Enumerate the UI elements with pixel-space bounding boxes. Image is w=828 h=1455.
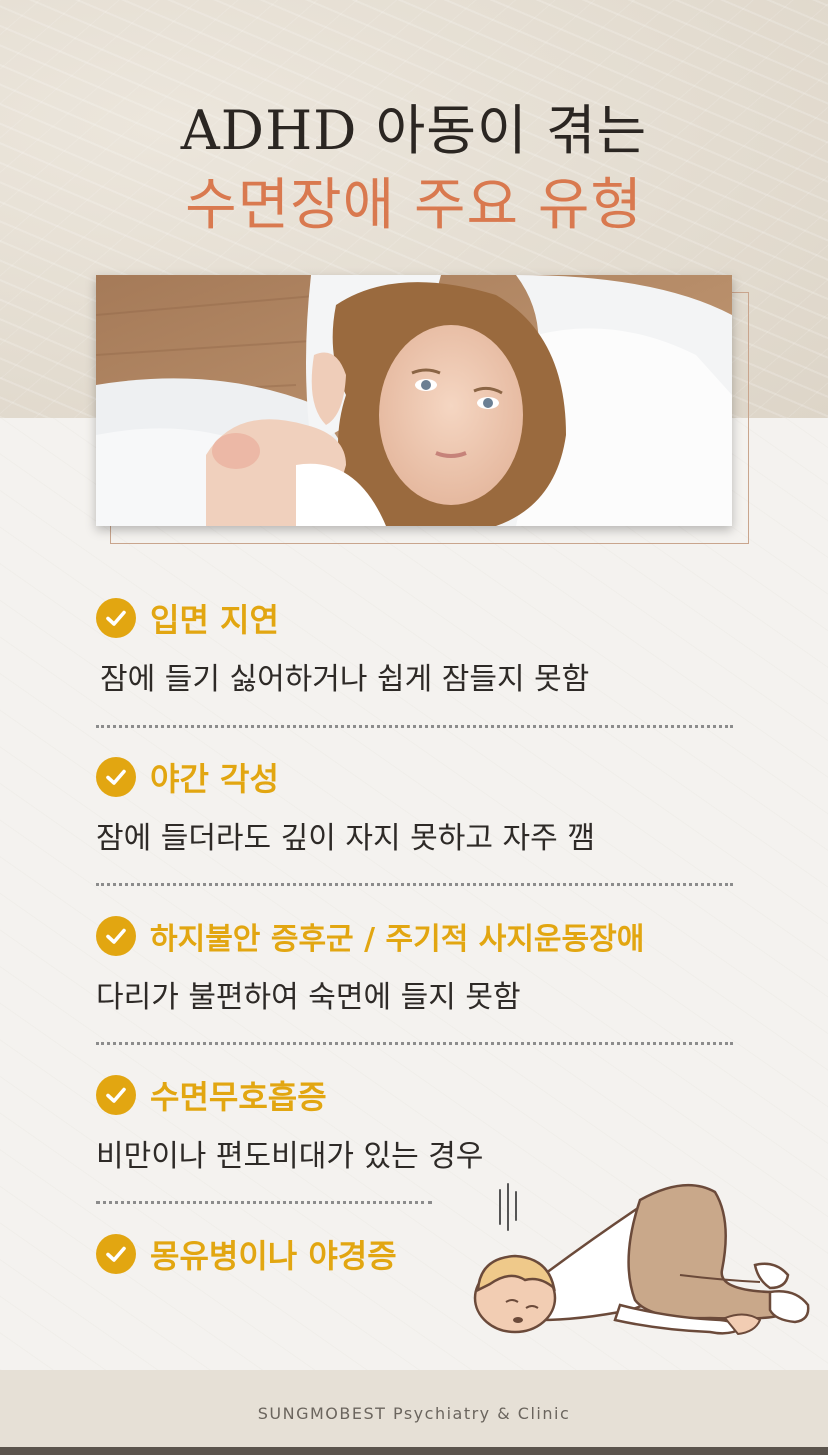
item-title: 하지불안 증후군 / 주기적 사지운동장애: [150, 922, 645, 957]
item-description: 비만이나 편도비대가 있는 경우: [96, 1139, 484, 1174]
check-circle-icon: [96, 598, 136, 638]
item-title: 입면 지연: [150, 601, 279, 639]
list-item: 하지불안 증후군 / 주기적 사지운동장애 다리가 불편하여 숙면에 들지 못함: [96, 914, 736, 1016]
check-circle-icon: [96, 916, 136, 956]
list-item: 몽유병이나 야경증: [96, 1232, 456, 1276]
crouching-person-illustration: [470, 1180, 820, 1340]
list-item: 수면무호흡증 비만이나 편도비대가 있는 경우: [96, 1073, 736, 1175]
page-title: ADHD 아동이 겪는: [180, 99, 648, 162]
page-subtitle: 수면장애 주요 유형: [185, 173, 643, 238]
check-circle-icon: [96, 1075, 136, 1115]
list-item: 야간 각성 잠에 들더라도 깊이 자지 못하고 자주 깸: [96, 755, 736, 857]
bottom-bar: [0, 1447, 828, 1455]
dotted-divider: [96, 725, 733, 728]
check-circle-icon: [96, 1234, 136, 1274]
item-description: 잠에 들기 싫어하거나 쉽게 잠들지 못함: [100, 662, 590, 697]
dotted-divider: [96, 1042, 733, 1045]
item-description: 다리가 불편하여 숙면에 들지 못함: [96, 980, 521, 1015]
hero-photo: [96, 275, 732, 526]
item-title: 몽유병이나 야경증: [150, 1237, 397, 1275]
dotted-divider: [96, 883, 733, 886]
footer-brand: SUNGMOBEST Psychiatry & Clinic: [257, 1404, 571, 1423]
girl-covering-ears-with-pillow-image: [96, 275, 732, 526]
item-title: 수면무호흡증: [150, 1078, 327, 1116]
dotted-divider: [96, 1201, 432, 1204]
list-item: 입면 지연 잠에 들기 싫어하거나 쉽게 잠들지 못함: [96, 596, 736, 698]
item-title: 야간 각성: [150, 760, 279, 798]
item-description: 잠에 들더라도 깊이 자지 못하고 자주 깸: [96, 821, 595, 856]
check-circle-icon: [96, 757, 136, 797]
